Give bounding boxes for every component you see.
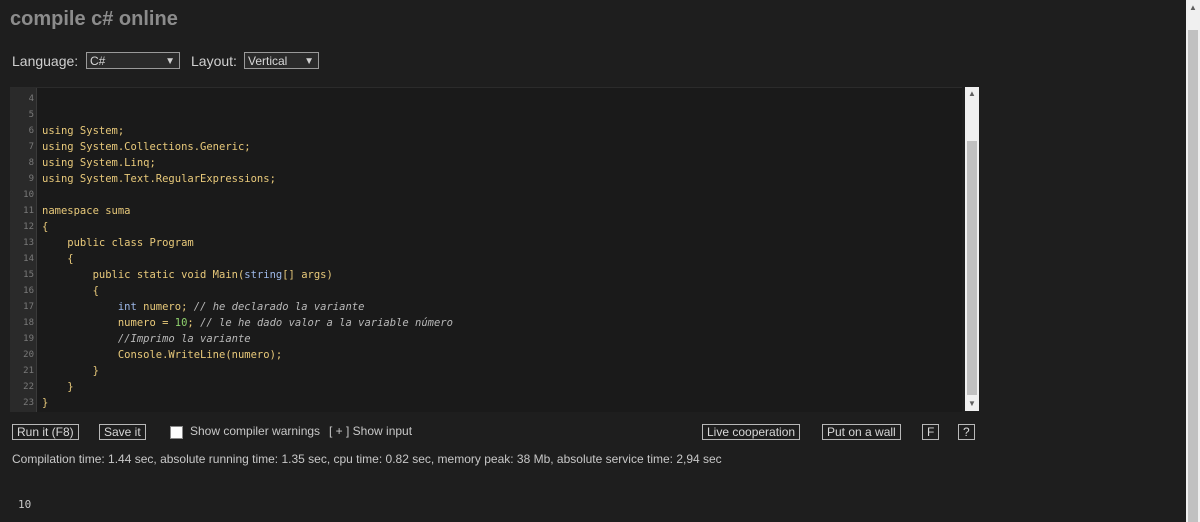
code-text: } <box>42 397 49 409</box>
layout-label: Layout: <box>191 53 237 69</box>
code-editor[interactable]: 4 5 6 using System; 7 using System.Collection… <box>10 87 962 412</box>
compilation-status: Compilation time: 1.44 sec, absolute run… <box>12 452 722 466</box>
code-line: 22 } <box>10 379 960 395</box>
code-line: 12 { <box>10 219 960 235</box>
code-text: { <box>42 253 74 265</box>
line-number: 19 <box>23 334 34 344</box>
layout-select[interactable]: Vertical ▼ <box>244 52 319 69</box>
code-line: 14 { <box>10 251 960 267</box>
line-number: 7 <box>28 142 34 152</box>
line-number: 23 <box>23 398 34 408</box>
code-line: 13 public class Program <box>10 235 960 251</box>
live-cooperation-button[interactable]: Live cooperation <box>702 424 801 440</box>
page-title: compile c# online <box>10 8 178 30</box>
code-line: 23} <box>10 395 960 411</box>
code-text: int numero; // he declarado la variante <box>117 301 365 313</box>
line-number: 5 <box>28 110 34 120</box>
code-line: 6 using System; <box>10 123 960 139</box>
code-line: 7 using System.Collections.Generic; <box>10 139 960 155</box>
language-select-value: C# <box>90 54 106 68</box>
editor-scrollbar[interactable]: ▲ ▼ <box>965 87 979 411</box>
line-number: 8 <box>28 158 34 168</box>
code-text: { <box>42 221 49 233</box>
code-line: 15 public static void Main(string[] args… <box>10 267 960 283</box>
line-number: 15 <box>23 270 34 280</box>
put-on-wall-button[interactable]: Put on a wall <box>822 424 901 440</box>
show-warnings-checkbox[interactable] <box>170 426 183 439</box>
code-text: Console.WriteLine(numero); <box>42 349 283 361</box>
help-button[interactable]: ? <box>958 424 975 440</box>
layout-select-value: Vertical <box>248 54 288 68</box>
line-number: 21 <box>23 366 34 376</box>
line-number: 11 <box>23 206 34 216</box>
scroll-down-icon[interactable]: ▼ <box>965 397 979 411</box>
code-text: //Imprimo la variante <box>117 333 251 345</box>
code-line: 19 //Imprimo la variante <box>10 331 960 347</box>
editor-scrollbar-thumb[interactable] <box>967 141 977 395</box>
code-text: using System.Collections.Generic; <box>42 141 251 153</box>
code-text: using System.Linq; <box>42 157 156 169</box>
line-number: 14 <box>23 254 34 264</box>
line-number: 13 <box>23 238 34 248</box>
code-text: public static void Main(string[] args) <box>42 269 333 281</box>
code-line: 16 { <box>10 283 960 299</box>
line-number: 18 <box>23 318 34 328</box>
chevron-down-icon: ▼ <box>165 56 175 67</box>
line-number: 4 <box>28 94 34 104</box>
line-number: 22 <box>23 382 34 392</box>
f-button[interactable]: F <box>922 424 940 440</box>
code-line: 4 <box>10 91 960 107</box>
code-line: 20 Console.WriteLine(numero); <box>10 347 960 363</box>
line-number: 17 <box>23 302 34 312</box>
code-text: using System; <box>42 125 125 137</box>
language-label: Language: <box>12 53 79 69</box>
line-number: 6 <box>28 126 34 136</box>
code-text: numero = 10; // le he dado valor a la va… <box>42 317 453 329</box>
scroll-up-icon[interactable]: ▲ <box>1186 0 1200 14</box>
code-text: namespace suma <box>42 205 131 217</box>
line-number: 12 <box>23 222 34 232</box>
save-button[interactable]: Save it <box>99 424 146 440</box>
code-line: 9 using System.Text.RegularExpressions; <box>10 171 960 187</box>
code-text: { <box>42 285 99 297</box>
code-line: 18 numero = 10; // le he dado valor a la… <box>10 315 960 331</box>
code-line: 8 using System.Linq; <box>10 155 960 171</box>
code-line: 10 <box>10 187 960 203</box>
run-button[interactable]: Run it (F8) <box>12 424 79 440</box>
code-line: 17 int numero; // he declarado la varian… <box>10 299 960 315</box>
code-text: } <box>42 365 99 377</box>
code-line: 11 namespace suma <box>10 203 960 219</box>
program-output: 10 <box>18 498 32 511</box>
code-line: 21 } <box>10 363 960 379</box>
page-scrollbar[interactable]: ▲ <box>1186 0 1200 522</box>
show-warnings-label: Show compiler warnings <box>190 424 321 438</box>
code-text: } <box>42 381 74 393</box>
line-number: 16 <box>23 286 34 296</box>
scroll-up-icon[interactable]: ▲ <box>965 87 979 101</box>
page-scrollbar-thumb[interactable] <box>1188 30 1198 522</box>
chevron-down-icon: ▼ <box>304 56 314 67</box>
show-input-link[interactable]: [ + ] Show input <box>329 424 412 438</box>
code-line: 5 <box>10 107 960 123</box>
line-number: 10 <box>23 190 34 200</box>
line-number: 20 <box>23 350 34 360</box>
language-select[interactable]: C# ▼ <box>86 52 180 69</box>
code-text: using System.Text.RegularExpressions; <box>42 173 276 185</box>
line-number: 9 <box>28 174 34 184</box>
code-text: public class Program <box>42 237 194 249</box>
